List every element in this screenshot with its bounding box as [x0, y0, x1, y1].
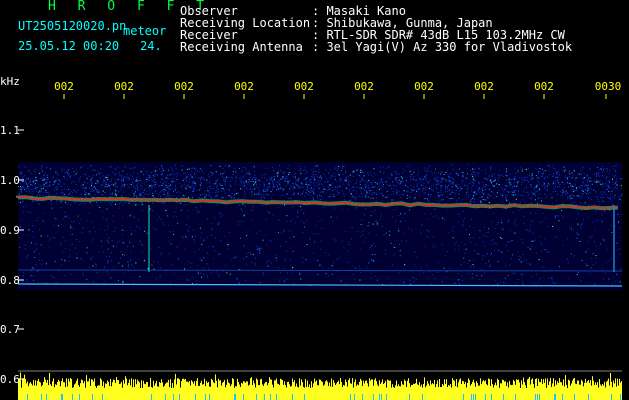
- info-label-antenna: Receiving Antenna: [180, 40, 303, 54]
- x-tick-4: 002: [234, 80, 254, 93]
- x-tick-3: 002: [174, 80, 194, 93]
- y-axis-unit: kHz: [0, 75, 20, 88]
- info-value-antenna: : 3el Yagi(V) Az 330 for Vladivostok: [312, 40, 573, 54]
- y-tick-0-6: 0.6: [0, 373, 20, 386]
- y-tick-1-0: 1.0: [0, 174, 20, 187]
- y-tick-1-1: 1.1: [0, 124, 20, 137]
- x-tick-1: 002: [54, 80, 74, 93]
- meteor-count: 24.: [140, 39, 162, 53]
- file-name: UT2505120020.pn: [18, 19, 127, 33]
- x-tick-5: 002: [294, 80, 314, 93]
- x-tick-8: 002: [474, 80, 494, 93]
- x-tick-7: 002: [414, 80, 434, 93]
- x-tick-10: 0030: [594, 80, 622, 93]
- x-tick-2: 002: [114, 80, 134, 93]
- signal-strength-bars: [18, 372, 622, 400]
- date-time: 25.05.12 00:20: [18, 39, 120, 53]
- x-tick-9: 002: [534, 80, 554, 93]
- y-tick-0-7: 0.7: [0, 323, 20, 336]
- y-tick-0-8: 0.8: [0, 274, 20, 287]
- spectrogram: [16, 94, 623, 400]
- y-tick-0-9: 0.9: [0, 224, 20, 237]
- x-tick-6: 002: [354, 80, 374, 93]
- mode-label: meteor: [123, 24, 167, 38]
